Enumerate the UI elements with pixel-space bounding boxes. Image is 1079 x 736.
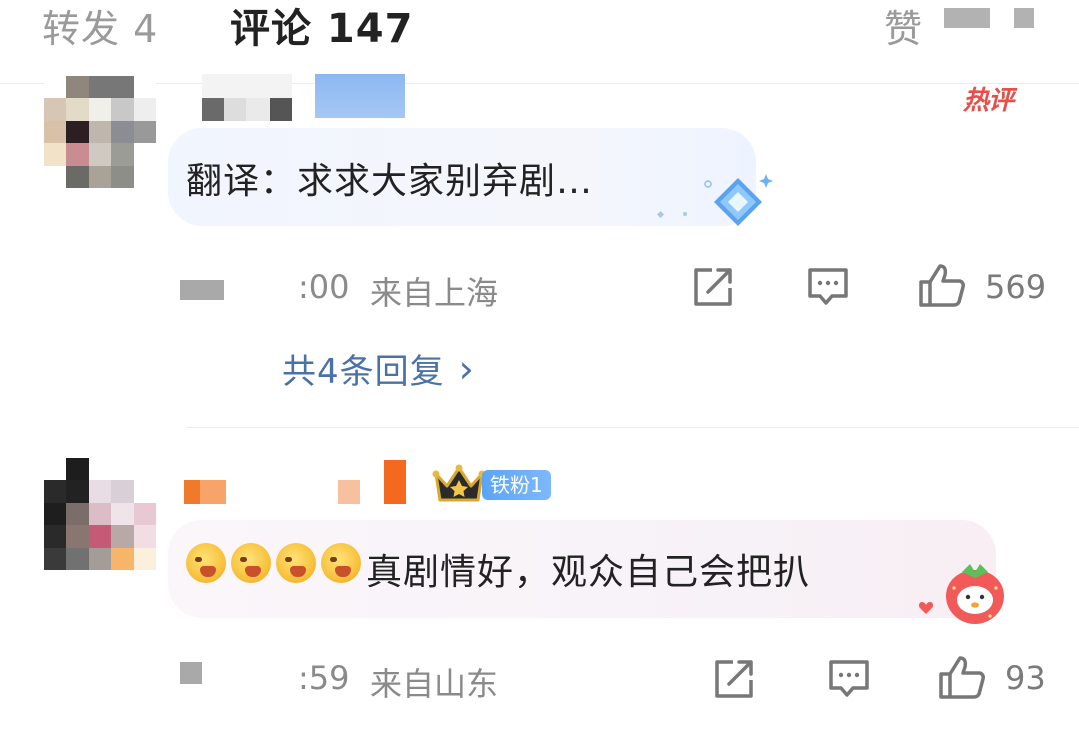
crown-icon [432,462,486,508]
view-replies-link[interactable]: 共4条回复 › [282,344,475,393]
laughing-face-emoji [231,543,271,583]
sparkle-dot [683,212,687,216]
fan-level-badge: 铁粉1 [482,470,551,500]
share-icon[interactable] [713,658,757,700]
tab-repost[interactable]: 转发 4 [42,0,158,53]
emoji-row [186,543,361,583]
comment-icon[interactable] [827,658,871,700]
avatar[interactable] [44,76,156,188]
heart-icon [918,600,934,619]
hot-comment-badge: 热评 [963,86,1014,116]
username-redacted-top [202,74,292,98]
username-redacted-part [384,460,406,504]
diamond-sticker-icon [700,170,780,234]
tab-divider [0,83,1079,84]
thumbs-up-icon[interactable] [938,654,986,700]
like-count: 569 [985,268,1047,306]
comment-text: 真剧情好，观众自己会把扒 [366,552,811,593]
username-redacted[interactable] [184,480,226,504]
comment-icon[interactable] [806,266,850,308]
timestamp-redacted [180,662,202,684]
redacted-like-icon [1014,8,1034,28]
thumbs-up-icon[interactable] [918,262,966,308]
comment-location: 来自山东 [370,665,499,703]
username-redacted[interactable] [202,97,292,121]
comment-text: 翻译：求求大家别弃剧… [186,161,594,202]
strawberry-sticker-icon [940,560,1010,630]
tab-like[interactable]: 赞 [884,0,922,53]
laughing-face-emoji [321,543,361,583]
tab-comments[interactable]: 评论 147 [230,0,413,54]
view-replies-label: 共4条回复 [282,352,445,392]
redacted-like-count [944,8,990,28]
comment-time: :59 [298,659,350,697]
timestamp-redacted [180,280,224,300]
member-badge-redacted [315,74,405,118]
like-count: 93 [1005,659,1046,697]
username-redacted-part [338,480,360,504]
laughing-face-emoji [186,543,226,583]
comment-time: :00 [298,268,350,306]
chevron-right-icon: › [458,346,475,391]
comment-divider [186,427,1079,428]
comment-location: 来自上海 [370,274,499,312]
avatar[interactable] [44,458,156,570]
share-icon[interactable] [692,266,736,308]
laughing-face-emoji [276,543,316,583]
